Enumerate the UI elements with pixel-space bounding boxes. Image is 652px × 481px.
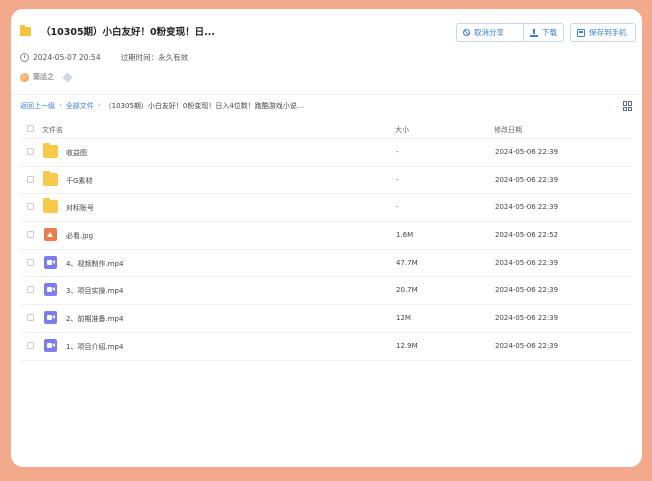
file-date: 2024-05-06 22:52 xyxy=(495,231,559,240)
table-row[interactable]: 必看.jpg 1.6M 2024-05-06 22:52 xyxy=(20,222,632,250)
download-label: 下载 xyxy=(542,28,557,37)
breadcrumb-all-files[interactable]: 全部文件 xyxy=(66,101,94,111)
file-table: 文件名 大小 修改日期 收益图 - 2024-05-06 22:39 千G素材 … xyxy=(20,120,632,361)
select-all-checkbox[interactable] xyxy=(27,125,34,132)
table-row[interactable]: 2、前期准备.mp4 12M 2024-05-06 22:39 xyxy=(20,305,632,333)
row-checkbox[interactable] xyxy=(27,286,34,294)
diamond-icon xyxy=(62,72,73,82)
file-size: 1.6M xyxy=(396,231,414,240)
row-checkbox[interactable] xyxy=(27,341,34,349)
file-date: 2024-05-06 22:39 xyxy=(495,314,559,323)
table-row[interactable]: 千G素材 - 2024-05-06 22:39 xyxy=(20,167,632,195)
table-header: 文件名 大小 修改日期 xyxy=(20,120,632,139)
row-checkbox[interactable] xyxy=(27,231,34,239)
file-size: 12M xyxy=(396,314,411,323)
share-date: 2024-05-07 20:54 xyxy=(33,53,101,62)
download-button[interactable]: 下载 xyxy=(523,23,564,42)
breadcrumb: 返回上一级 › 全部文件 › （10305期）小白友好！0粉变现！日入4位数！跑… xyxy=(20,101,303,111)
file-name[interactable]: 2、前期准备.mp4 xyxy=(66,314,123,324)
column-header-name[interactable]: 文件名 xyxy=(42,125,63,135)
save-to-phone-label: 保存到手机 xyxy=(589,28,627,37)
row-checkbox[interactable] xyxy=(27,148,34,155)
file-size: 12.9M xyxy=(396,341,418,350)
table-row[interactable]: 对标账号 - 2024-05-06 22:39 xyxy=(20,194,632,223)
file-size: - xyxy=(396,203,399,212)
table-row[interactable]: 3、项目实操.mp4 20.7M 2024-05-06 22:39 xyxy=(20,277,632,306)
breadcrumb-separator: › xyxy=(97,101,101,109)
cancel-share-button[interactable]: 取消分享 xyxy=(456,23,527,42)
file-name[interactable]: 1、项目介绍.mp4 xyxy=(66,342,123,352)
image-file-icon xyxy=(44,228,57,242)
share-title: （10305期）小白友好！0粉变现！日... xyxy=(41,27,215,38)
cancel-share-label: 取消分享 xyxy=(474,28,504,37)
file-name[interactable]: 收益图 xyxy=(66,148,87,158)
file-name[interactable]: 千G素材 xyxy=(66,176,92,186)
file-name[interactable]: 4、视频制作.mp4 xyxy=(66,259,123,269)
file-size: 20.7M xyxy=(396,286,418,295)
clock-icon xyxy=(20,53,29,62)
file-date: 2024-05-06 22:39 xyxy=(495,175,559,184)
row-checkbox[interactable] xyxy=(27,258,34,266)
file-date: 2024-05-06 22:39 xyxy=(495,148,559,156)
folder-icon xyxy=(43,170,58,186)
breadcrumb-separator: › xyxy=(59,101,62,109)
file-size: - xyxy=(396,175,399,184)
cancel-icon xyxy=(463,29,470,36)
table-row[interactable]: 收益图 - 2024-05-06 22:39 xyxy=(20,139,632,167)
share-header: （10305期）小白友好！0粉变现！日... 2024-05-07 20:54 … xyxy=(11,9,642,104)
row-checkbox[interactable] xyxy=(27,314,34,322)
row-checkbox[interactable] xyxy=(27,175,34,183)
video-file-icon xyxy=(44,338,57,352)
file-size: - xyxy=(396,148,399,156)
file-size: 47.7M xyxy=(396,258,418,267)
phone-save-icon xyxy=(577,28,585,37)
sharer-info: 蘭話之 xyxy=(20,72,73,82)
row-checkbox[interactable] xyxy=(27,203,34,211)
download-icon xyxy=(530,28,538,37)
save-to-phone-button[interactable]: 保存到手机 xyxy=(570,23,636,42)
folder-icon xyxy=(43,198,58,214)
video-file-icon xyxy=(44,255,57,269)
table-row[interactable]: 1、项目介绍.mp4 12.9M 2024-05-06 22:39 xyxy=(20,333,632,361)
breadcrumb-back[interactable]: 返回上一级 xyxy=(20,101,55,111)
table-row[interactable]: 4、视频制作.mp4 47.7M 2024-05-06 22:39 xyxy=(20,250,632,278)
column-header-date[interactable]: 修改日期 xyxy=(494,125,522,135)
file-date: 2024-05-06 22:39 xyxy=(495,258,559,267)
share-card: （10305期）小白友好！0粉变现！日... 2024-05-07 20:54 … xyxy=(11,9,642,467)
column-header-size[interactable]: 大小 xyxy=(395,125,409,135)
folder-icon xyxy=(20,25,31,36)
avatar[interactable] xyxy=(20,72,29,82)
file-name[interactable]: 必看.jpg xyxy=(66,231,93,241)
file-name[interactable]: 3、项目实操.mp4 xyxy=(66,286,123,296)
breadcrumb-current: （10305期）小白友好！0粉变现！日入4位数！跑酷游戏小说... xyxy=(104,102,304,110)
file-date: 2024-05-06 22:39 xyxy=(495,341,559,350)
folder-icon xyxy=(43,143,58,158)
video-file-icon xyxy=(44,283,57,297)
sharer-name[interactable]: 蘭話之 xyxy=(33,72,54,82)
video-file-icon xyxy=(44,311,57,325)
header-divider xyxy=(11,94,642,95)
file-date: 2024-05-06 22:39 xyxy=(495,203,559,212)
file-name[interactable]: 对标账号 xyxy=(66,203,94,213)
share-meta: 2024-05-07 20:54 过期时间：永久有效 xyxy=(20,52,188,63)
share-expiry: 过期时间：永久有效 xyxy=(120,53,189,62)
grid-view-icon[interactable] xyxy=(623,101,633,111)
file-date: 2024-05-06 22:39 xyxy=(495,286,559,295)
